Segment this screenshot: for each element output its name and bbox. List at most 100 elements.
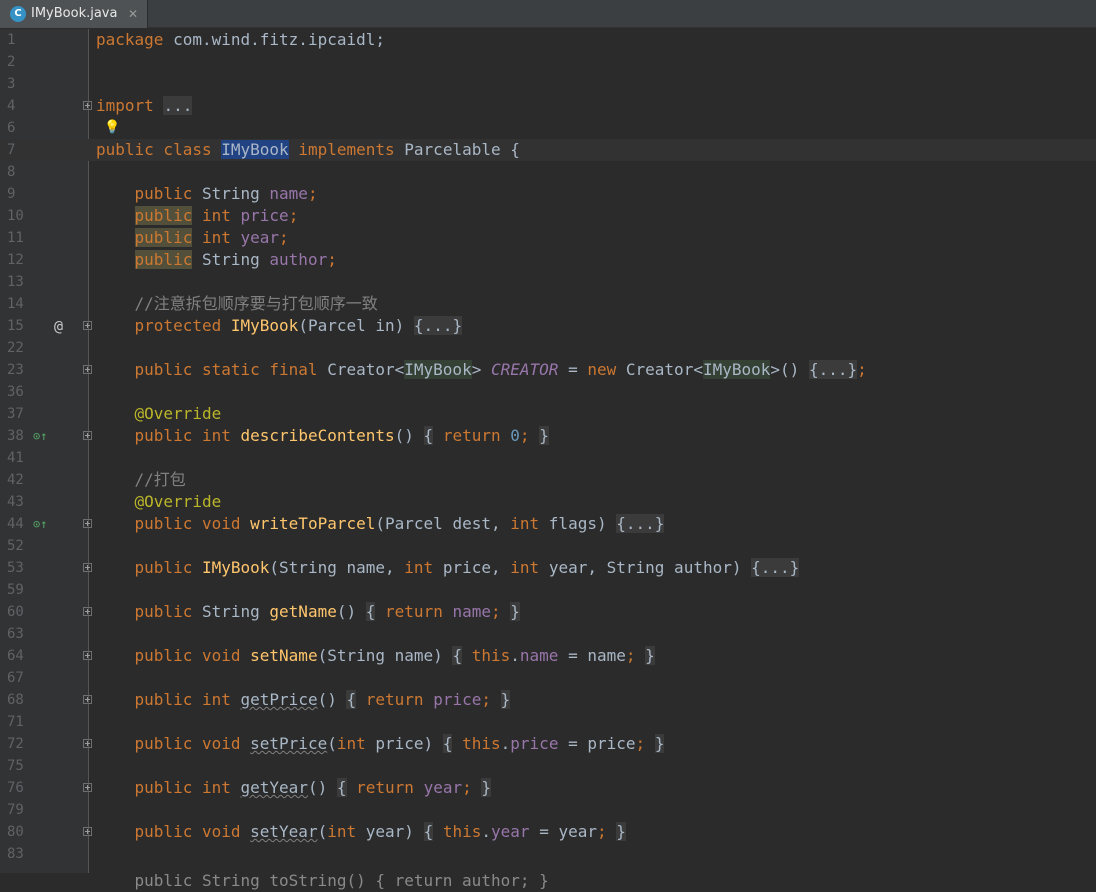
line-text: @Override <box>134 404 222 423</box>
folded-region[interactable]: {...} <box>751 558 800 577</box>
fold-expand-icon[interactable] <box>83 563 92 572</box>
line-text: @Override <box>134 492 222 511</box>
code-line: 1 package com.wind.fitz.ipcaidl; <box>0 29 1096 51</box>
code-line: 38 ⊙↑ public int describeContents() { re… <box>0 425 1096 447</box>
code-line: 68 public int getPrice() { return price;… <box>0 689 1096 711</box>
fold-expand-icon[interactable] <box>83 519 92 528</box>
code-line-current: 7 public class IMyBook implements Parcel… <box>0 139 1096 161</box>
line-text: public int getPrice() { return price; } <box>134 690 511 709</box>
line-text: public void writeToParcel(Parcel dest, i… <box>134 514 665 533</box>
code-line: 44 ⊙↑ public void writeToParcel(Parcel d… <box>0 513 1096 535</box>
line-text: public void setName(String name) { this.… <box>134 646 655 665</box>
code-line: 59 <box>0 579 1096 601</box>
line-number: 53 <box>7 560 24 576</box>
line-text: //打包 <box>134 470 186 489</box>
code-line: 12 public String author; <box>0 249 1096 271</box>
code-line: 41 <box>0 447 1096 469</box>
line-text: protected IMyBook(Parcel in) {...} <box>134 316 463 335</box>
close-icon[interactable]: ✕ <box>128 6 138 22</box>
code-line: 11 public int year; <box>0 227 1096 249</box>
code-line: 71 <box>0 711 1096 733</box>
line-text: public void setYear(int year) { this.yea… <box>134 822 626 841</box>
line-number: 71 <box>7 714 24 730</box>
code-line: 43 @Override <box>0 491 1096 513</box>
code-line-partial: public String toString() { return author… <box>0 865 1096 890</box>
line-number: 52 <box>7 538 24 554</box>
selected-class-name[interactable]: IMyBook <box>221 140 289 159</box>
fold-expand-icon[interactable] <box>83 321 92 330</box>
java-class-icon: C <box>10 6 26 22</box>
line-number: 64 <box>7 648 24 664</box>
code-line: 14 //注意拆包顺序要与打包顺序一致 <box>0 293 1096 315</box>
code-line: 23 public static final Creator<IMyBook> … <box>0 359 1096 381</box>
implements-method-icon[interactable]: ⊙↑ <box>33 425 47 447</box>
line-text: public String name; <box>134 184 318 203</box>
line-text: import ... <box>96 96 193 115</box>
code-line: 80 public void setYear(int year) { this.… <box>0 821 1096 843</box>
fold-expand-icon[interactable] <box>83 431 92 440</box>
line-number: 59 <box>7 582 24 598</box>
line-number: 14 <box>7 296 24 312</box>
code-line: 83 <box>0 843 1096 865</box>
tab-imybook-java[interactable]: C IMyBook.java ✕ <box>0 0 148 28</box>
line-number: 37 <box>7 406 24 422</box>
line-number: 9 <box>7 186 16 202</box>
line-text: public int year; <box>134 228 289 247</box>
code-line: 79 <box>0 799 1096 821</box>
line-text: public int getYear() { return year; } <box>134 778 492 797</box>
line-number: 15 <box>7 318 24 334</box>
folded-region[interactable]: ... <box>163 96 193 115</box>
code-line: 53 public IMyBook(String name, int price… <box>0 557 1096 579</box>
line-number: 36 <box>7 384 24 400</box>
line-text: public void setPrice(int price) { this.p… <box>134 734 665 753</box>
code-line: 52 <box>0 535 1096 557</box>
code-line: 75 <box>0 755 1096 777</box>
line-text: public String toString() { return author… <box>134 871 549 890</box>
code-line: 63 <box>0 623 1096 645</box>
line-number: 43 <box>7 494 24 510</box>
line-number: 79 <box>7 802 24 818</box>
line-text: public int price; <box>134 206 299 225</box>
fold-expand-icon[interactable] <box>83 101 92 110</box>
fold-expand-icon[interactable] <box>83 651 92 660</box>
at-sign-icon[interactable]: @ <box>54 315 63 337</box>
folded-region[interactable]: {...} <box>616 514 665 533</box>
fold-expand-icon[interactable] <box>83 783 92 792</box>
code-line: 4 import ... <box>0 95 1096 117</box>
line-number: 72 <box>7 736 24 752</box>
code-line: 6 💡 <box>0 117 1096 139</box>
code-line: 15 @ protected IMyBook(Parcel in) {...} <box>0 315 1096 337</box>
code-line: 10 public int price; <box>0 205 1096 227</box>
implements-method-icon[interactable]: ⊙↑ <box>33 513 47 535</box>
line-number: 1 <box>7 32 16 48</box>
fold-expand-icon[interactable] <box>83 827 92 836</box>
line-number: 22 <box>7 340 24 356</box>
code-line: 37 @Override <box>0 403 1096 425</box>
line-number: 8 <box>7 164 16 180</box>
fold-expand-icon[interactable] <box>83 739 92 748</box>
line-number: 67 <box>7 670 24 686</box>
line-number: 4 <box>7 98 16 114</box>
line-number: 80 <box>7 824 24 840</box>
code-line: 22 <box>0 337 1096 359</box>
bulb-icon[interactable]: 💡 <box>104 117 120 139</box>
line-text: package com.wind.fitz.ipcaidl; <box>96 30 385 49</box>
code-line: 8 <box>0 161 1096 183</box>
fold-expand-icon[interactable] <box>83 695 92 704</box>
code-line: 64 public void setName(String name) { th… <box>0 645 1096 667</box>
line-number: 68 <box>7 692 24 708</box>
line-number: 60 <box>7 604 24 620</box>
line-number: 10 <box>7 208 24 224</box>
fold-expand-icon[interactable] <box>83 365 92 374</box>
line-number: 42 <box>7 472 24 488</box>
line-number: 75 <box>7 758 24 774</box>
code-line: 36 <box>0 381 1096 403</box>
code-line: 60 public String getName() { return name… <box>0 601 1096 623</box>
line-number: 2 <box>7 54 16 70</box>
line-number: 11 <box>7 230 24 246</box>
fold-expand-icon[interactable] <box>83 607 92 616</box>
folded-region[interactable]: {...} <box>808 360 858 379</box>
folded-region[interactable]: {...} <box>413 316 463 335</box>
editor-tab-bar: C IMyBook.java ✕ <box>0 0 1096 28</box>
code-line: 72 public void setPrice(int price) { thi… <box>0 733 1096 755</box>
